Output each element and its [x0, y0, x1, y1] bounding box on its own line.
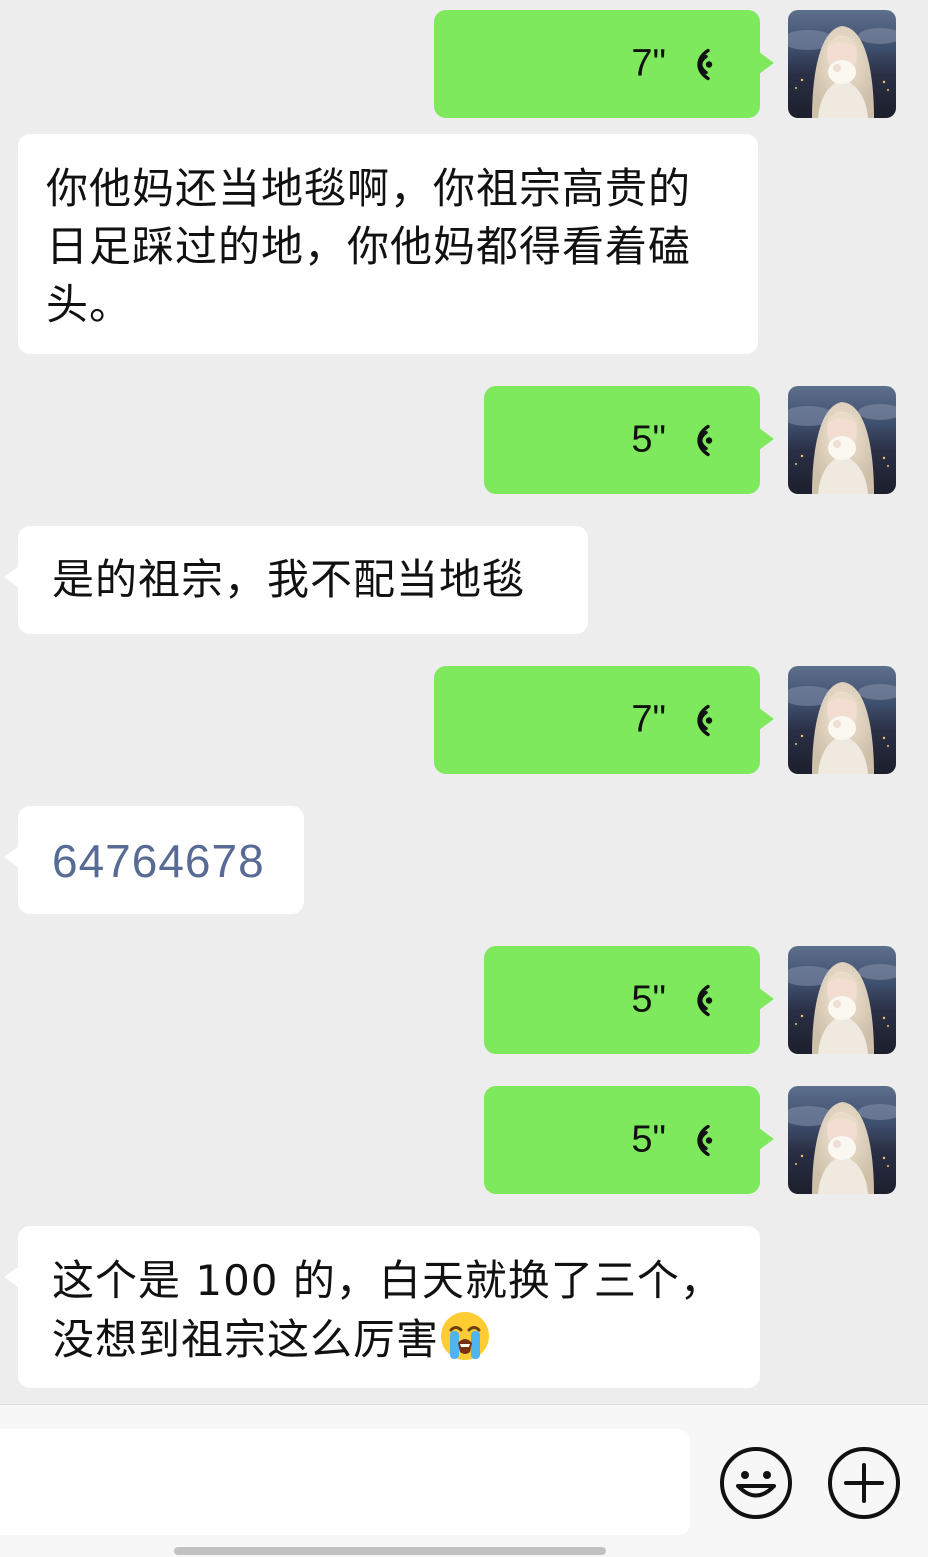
message-text: 这个是 100 的，白天就换了三个，没想到祖宗这么厉害	[52, 1256, 723, 1364]
chat-area[interactable]: 7" 你他妈还当地毯啊，你祖宗高贵的日足踩过的地，你他妈都得看着磕头。 5" 是…	[0, 0, 928, 1404]
voice-message[interactable]: 5"	[484, 1086, 774, 1194]
voice-duration: 7"	[631, 42, 666, 85]
voice-message[interactable]: 5"	[484, 946, 774, 1054]
text-message[interactable]: 你他妈还当地毯啊，你祖宗高贵的日足踩过的地，你他妈都得看着磕头。	[18, 134, 758, 354]
voice-duration: 7"	[631, 698, 666, 741]
smiley-face-icon[interactable]	[718, 1445, 794, 1521]
voice-wave-icon	[697, 1124, 713, 1156]
loudly-crying-face-icon	[441, 1312, 490, 1360]
voice-wave-icon	[697, 48, 713, 80]
voice-wave-icon	[697, 424, 713, 456]
home-indicator	[174, 1547, 606, 1555]
voice-message[interactable]: 7"	[434, 666, 774, 774]
voice-duration: 5"	[631, 1118, 666, 1161]
voice-wave-icon	[697, 704, 713, 736]
voice-duration: 5"	[631, 978, 666, 1021]
message-text: 你他妈还当地毯啊，你祖宗高贵的日足踩过的地，你他妈都得看着磕头。	[46, 164, 692, 329]
number-message[interactable]: 64764678	[4, 806, 304, 914]
avatar[interactable]	[788, 10, 896, 118]
input-bar	[0, 1404, 928, 1557]
plus-circle-icon[interactable]	[826, 1445, 902, 1521]
phone-number-link[interactable]: 64764678	[52, 834, 304, 888]
voice-wave-icon	[697, 984, 713, 1016]
voice-duration: 5"	[631, 418, 666, 461]
text-message[interactable]: .tail4::before{top:42px;} 是的祖宗，我不配当地毯	[4, 526, 588, 634]
avatar[interactable]	[788, 666, 896, 774]
avatar[interactable]	[788, 1086, 896, 1194]
text-message[interactable]: 这个是 100 的，白天就换了三个，没想到祖宗这么厉害	[4, 1226, 760, 1388]
avatar[interactable]	[788, 946, 896, 1054]
message-input[interactable]	[0, 1429, 690, 1535]
voice-message[interactable]: 7"	[434, 10, 774, 118]
avatar[interactable]	[788, 386, 896, 494]
message-text: 是的祖宗，我不配当地毯	[52, 555, 526, 604]
voice-message[interactable]: 5"	[484, 386, 774, 494]
